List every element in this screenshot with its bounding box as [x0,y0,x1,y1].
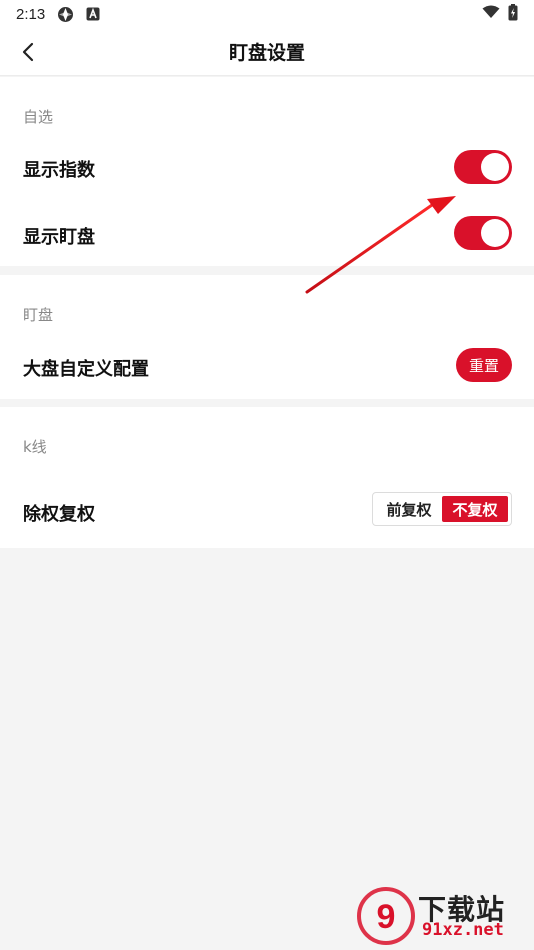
status-time: 2:13 [16,5,46,23]
app-header: 盯盘设置 [0,28,534,76]
reset-button[interactable]: 重置 [456,348,512,382]
show-monitor-toggle[interactable] [454,216,512,250]
watermark-site: 91xz.net [422,920,504,940]
segment-option-unadjusted[interactable]: 不复权 [442,496,508,522]
adjustment-segmented-control: 前复权 不复权 [372,492,512,526]
watermark-logo-icon: 9 [357,887,415,945]
settings-screen: 2:13 盯盘设置 自选 显示指数 显示盯盘 盯盘 大盘自定义配置 重置 k线 … [0,0,534,950]
section-kline: k线 除权复权 前复权 不复权 [0,407,534,548]
status-bar: 2:13 [0,0,534,28]
back-button[interactable] [14,38,42,66]
section-monitor: 盯盘 大盘自定义配置 重置 [0,275,534,399]
chevron-left-icon [22,42,34,62]
row-label-adjustment: 除权复权 [23,504,95,525]
battery-icon [508,3,518,25]
segment-option-forward-adjusted[interactable]: 前复权 [376,496,442,522]
row-label-show-index: 显示指数 [23,160,95,181]
wifi-icon [482,5,500,23]
section-watchlist: 自选 显示指数 显示盯盘 [0,77,534,266]
app-notification-icon [57,6,74,23]
row-label-custom-market: 大盘自定义配置 [23,359,149,380]
a-notification-icon [86,7,100,21]
row-label-show-monitor: 显示盯盘 [23,227,95,248]
watermark-logo-glyph: 9 [377,898,396,936]
section-label: 盯盘 [23,306,54,324]
toggle-knob [481,153,509,181]
watermark: 9 下载站 91xz.net [356,886,528,946]
status-right-icons [482,3,518,25]
section-label: k线 [23,438,47,456]
toggle-knob [481,219,509,247]
page-title: 盯盘设置 [228,42,305,64]
section-label: 自选 [23,108,54,126]
show-index-toggle[interactable] [454,150,512,184]
